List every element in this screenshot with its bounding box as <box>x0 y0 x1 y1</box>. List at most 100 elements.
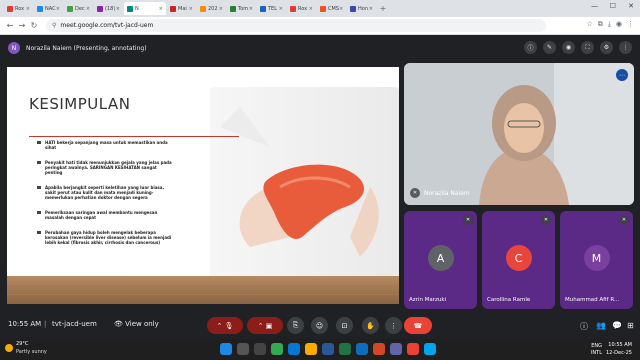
emoji-button[interactable]: ☺ <box>311 317 328 334</box>
tab-close-icon[interactable]: × <box>86 6 90 12</box>
taskbar-clock[interactable]: 10:55 AM <box>608 342 632 348</box>
explorer-icon[interactable] <box>305 343 317 355</box>
browser-tab[interactable]: Rox × <box>4 2 33 15</box>
eye-icon[interactable]: ◉ <box>562 41 575 54</box>
mic-off-icon: ✕ <box>541 215 551 225</box>
minimize-icon[interactable]: — <box>591 2 598 10</box>
fullscreen-icon[interactable]: ⛶ <box>581 41 594 54</box>
tab-favicon-icon <box>200 5 206 12</box>
bullet-list: HATI bekerja sepanjang masa untuk memast… <box>37 140 172 255</box>
raise-hand-button[interactable]: ✋ <box>362 317 379 334</box>
bullet-item: HATI bekerja sepanjang masa untuk memast… <box>37 140 172 150</box>
captions-button[interactable]: ⎘ <box>287 317 304 334</box>
language[interactable]: ENG <box>591 343 602 349</box>
mic-button[interactable]: ⌃ 🎙 <box>207 317 243 334</box>
close-window-icon[interactable]: ✕ <box>628 2 634 10</box>
browser-tab[interactable]: NAC × <box>34 2 63 15</box>
browser-tab[interactable]: N × <box>124 2 166 15</box>
browser-tab[interactable]: Mai × <box>167 2 196 15</box>
tab-favicon-icon <box>7 5 13 12</box>
back-icon[interactable]: ← <box>4 21 16 30</box>
acrobat-icon[interactable] <box>407 343 419 355</box>
tab-favicon-icon <box>170 5 176 12</box>
meeting-time: 10:55 AM <box>8 320 42 328</box>
search-icon[interactable] <box>237 343 249 355</box>
language-layout[interactable]: INTL <box>591 350 602 356</box>
extensions-icon[interactable]: ⧉ <box>598 20 603 29</box>
more-options-icon[interactable]: ⋯ <box>616 69 628 81</box>
main-participant-tile[interactable]: ⋯ ✕ Norazila Naiem <box>404 63 634 205</box>
bullet-item: Apabila berjangkit seperti keletihan yan… <box>37 185 172 200</box>
browser-tab[interactable]: 202 × <box>197 2 226 15</box>
info-icon[interactable]: ⓘ <box>580 321 588 332</box>
excel-icon[interactable] <box>339 343 351 355</box>
participant-tile[interactable]: ✕ C Carollina Ramle <box>482 211 555 309</box>
activities-icon[interactable]: ⊞ <box>627 321 634 330</box>
tab-close-icon[interactable]: × <box>339 6 343 12</box>
tab-close-icon[interactable]: × <box>309 6 313 12</box>
outlook-icon[interactable] <box>356 343 368 355</box>
site-info-icon[interactable]: ⚲ <box>52 22 56 29</box>
tab-label: Hon <box>358 5 368 12</box>
store-icon[interactable] <box>424 343 436 355</box>
tab-label: Rox <box>15 5 25 12</box>
end-call-button[interactable]: ☎ <box>404 317 432 334</box>
tab-close-icon[interactable]: × <box>189 6 193 12</box>
powerpoint-icon[interactable] <box>373 343 385 355</box>
browser-tab[interactable]: Hon × <box>347 2 376 15</box>
tab-close-icon[interactable]: × <box>249 6 253 12</box>
menu-icon[interactable]: ⋮ <box>627 20 634 29</box>
browser-tab[interactable]: TEL × <box>257 2 286 15</box>
start-icon[interactable] <box>220 343 232 355</box>
tab-favicon-icon <box>97 5 103 12</box>
word-icon[interactable] <box>322 343 334 355</box>
tab-label: CMS <box>328 5 339 12</box>
browser-tab[interactable]: CMS × <box>317 2 346 15</box>
tab-close-icon[interactable]: × <box>56 6 60 12</box>
tab-close-icon[interactable]: × <box>369 6 373 12</box>
forward-icon[interactable]: → <box>16 21 28 30</box>
participant-tile[interactable]: ✕ A Azrin Marzuki <box>404 211 477 309</box>
people-icon[interactable]: 👥 <box>596 321 606 330</box>
reload-icon[interactable]: ↻ <box>28 21 40 30</box>
task-view-icon[interactable] <box>254 343 266 355</box>
chrome-icon[interactable] <box>271 343 283 355</box>
tab-favicon-icon <box>290 5 296 12</box>
more-options-icon[interactable]: ⋮ <box>619 41 632 54</box>
presenter-avatar: N <box>8 42 20 54</box>
info-icon[interactable]: ⓘ <box>524 41 537 54</box>
participant-name: Norazila Naiem <box>424 190 470 197</box>
camera-button[interactable]: ⌃ ▣ <box>247 317 283 334</box>
bookmark-icon[interactable]: ☆ <box>587 20 593 29</box>
new-tab-icon[interactable]: + <box>377 4 389 13</box>
tab-close-icon[interactable]: × <box>279 6 283 12</box>
tab-close-icon[interactable]: × <box>116 6 120 12</box>
settings-icon[interactable]: ⚙ <box>600 41 613 54</box>
taskbar-date[interactable]: 12-Dec-25 <box>606 350 632 356</box>
participant-tile[interactable]: ✕ M Muhammad Afif R... <box>560 211 633 309</box>
more-button[interactable]: ⋮ <box>385 317 402 334</box>
present-button[interactable]: ⊡ <box>336 317 353 334</box>
view-only-toggle[interactable]: 👁 View only <box>114 320 159 328</box>
tab-label: (18) <box>105 5 116 12</box>
weather-icon <box>5 344 13 352</box>
url-field[interactable]: ⚲ meet.google.com/tvt-jacd-uem <box>46 19 546 32</box>
browser-tab[interactable]: Dec × <box>64 2 93 15</box>
tab-close-icon[interactable]: × <box>159 6 163 12</box>
tab-favicon-icon <box>230 5 236 12</box>
meet-header: N Norazila Naiem (Presenting, annotating… <box>0 35 640 61</box>
maximize-icon[interactable]: ☐ <box>610 2 616 10</box>
tab-close-icon[interactable]: × <box>219 6 223 12</box>
profile-icon[interactable]: ◉ <box>616 20 622 29</box>
avatar: A <box>427 245 454 271</box>
pen-icon[interactable]: ✎ <box>543 41 556 54</box>
edge-icon[interactable] <box>288 343 300 355</box>
browser-tab[interactable]: Rox × <box>287 2 316 15</box>
slide-title: KESIMPULAN <box>29 95 131 113</box>
tab-close-icon[interactable]: × <box>26 6 30 12</box>
browser-tab[interactable]: Tom × <box>227 2 256 15</box>
teams-icon[interactable] <box>390 343 402 355</box>
download-icon[interactable]: ⤓ <box>608 20 611 29</box>
browser-tab[interactable]: (18) × <box>94 2 123 15</box>
chat-icon[interactable]: 💬 <box>612 321 622 330</box>
